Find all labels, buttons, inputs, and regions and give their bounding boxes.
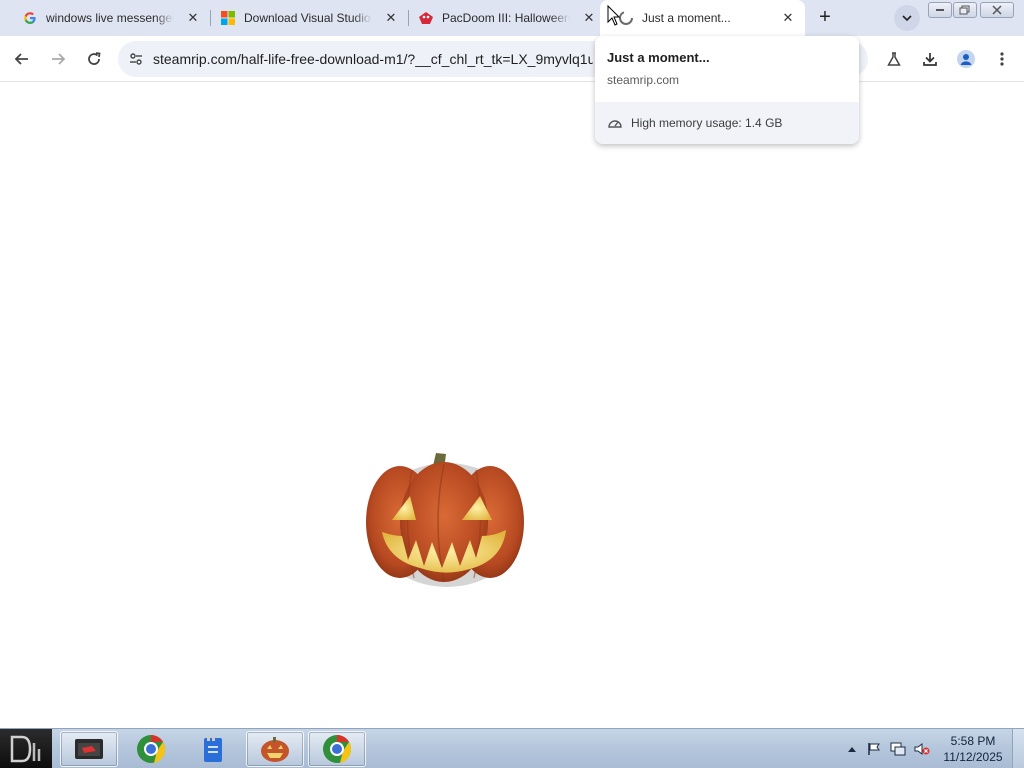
tab-title: PacDoom III: Halloween — [442, 11, 570, 25]
chevron-up-icon — [848, 747, 856, 752]
clock-time: 5:58 PM — [950, 734, 996, 748]
taskbar-notepad-app[interactable] — [184, 731, 242, 767]
avatar-icon — [957, 50, 975, 68]
close-window-button[interactable] — [980, 2, 1014, 18]
hover-card-title: Just a moment... — [607, 50, 710, 65]
forward-button[interactable] — [44, 45, 72, 73]
menu-button[interactable] — [988, 45, 1016, 73]
system-tray: 5:58 PM 11/12/2025 — [842, 729, 1024, 768]
chrome-icon — [137, 735, 166, 763]
close-tab-icon[interactable]: ✕ — [582, 11, 596, 25]
arrow-left-icon — [14, 53, 28, 65]
pumpkin-icon — [261, 737, 289, 762]
minimize-icon — [936, 9, 944, 11]
tab-just-a-moment[interactable]: Just a moment... ✕ — [600, 0, 805, 36]
pumpkin-image — [366, 453, 524, 587]
arrow-right-icon — [52, 53, 66, 65]
restore-window-button[interactable] — [953, 2, 977, 18]
hover-card-domain: steamrip.com — [607, 73, 680, 87]
restore-icon — [959, 5, 970, 15]
minimize-window-button[interactable] — [928, 2, 952, 18]
profile-button[interactable] — [952, 45, 980, 73]
reload-button[interactable] — [80, 45, 108, 73]
gauge-icon — [608, 120, 622, 128]
tab-hover-card: Just a moment... steamrip.com High memor… — [595, 36, 859, 144]
labs-button[interactable] — [880, 45, 908, 73]
hover-card-memory-row: High memory usage: 1.4 GB — [595, 102, 859, 144]
show-desktop-button[interactable] — [1012, 729, 1024, 768]
network-icon[interactable] — [890, 741, 906, 757]
tab-search-button[interactable] — [894, 5, 920, 31]
start-orb-icon — [10, 735, 41, 763]
reload-icon — [88, 52, 101, 65]
downloads-button[interactable] — [916, 45, 944, 73]
chevron-down-icon — [902, 15, 912, 22]
notepad-icon — [204, 736, 222, 762]
browser-toolbar: steamrip.com/half-life-free-download-m1/… — [0, 36, 1024, 82]
taskbar: 5:58 PM 11/12/2025 — [0, 728, 1024, 768]
url-text: steamrip.com/half-life-free-download-m1/… — [153, 51, 593, 67]
kebab-menu-icon — [1000, 52, 1004, 66]
mouse-cursor-icon — [607, 5, 621, 26]
google-icon — [22, 10, 38, 26]
start-button[interactable] — [0, 729, 52, 768]
show-hidden-icons-button[interactable] — [844, 741, 860, 757]
taskbar-chrome-app[interactable] — [122, 731, 180, 767]
clock[interactable]: 5:58 PM 11/12/2025 — [938, 733, 1008, 765]
tab-title: Just a moment... — [642, 11, 731, 25]
close-icon — [992, 5, 1002, 15]
tab-windows-live-messenger[interactable]: windows live messenger ✕ — [0, 4, 210, 32]
close-tab-icon[interactable]: ✕ — [781, 11, 795, 25]
folder-app-icon — [75, 739, 103, 759]
taskbar-chrome-app-active[interactable] — [308, 731, 366, 767]
pacdoom-icon — [418, 10, 434, 26]
taskbar-pumpkin-app[interactable] — [246, 731, 304, 767]
site-info-icon[interactable] — [126, 49, 146, 69]
hover-card-memory: High memory usage: 1.4 GB — [631, 116, 783, 130]
action-center-flag-icon[interactable] — [866, 741, 882, 757]
tab-title: Download Visual Studio — [244, 11, 371, 25]
new-tab-button[interactable]: + — [814, 7, 836, 29]
chrome-icon — [323, 735, 352, 763]
tab-download-visual-studio[interactable]: Download Visual Studio ✕ — [198, 4, 408, 32]
tab-pacdoom[interactable]: PacDoom III: Halloween ✕ — [396, 4, 606, 32]
page-content — [0, 82, 1024, 728]
download-icon — [923, 53, 937, 66]
tab-title: windows live messenger — [46, 11, 174, 25]
volume-muted-icon[interactable] — [914, 741, 930, 757]
microsoft-icon — [220, 10, 236, 26]
taskbar-folder-app[interactable] — [60, 731, 118, 767]
flask-icon — [887, 52, 901, 66]
back-button[interactable] — [8, 45, 36, 73]
tab-strip: windows live messenger ✕ Download Visual… — [0, 0, 1024, 36]
clock-date: 11/12/2025 — [943, 750, 1003, 764]
